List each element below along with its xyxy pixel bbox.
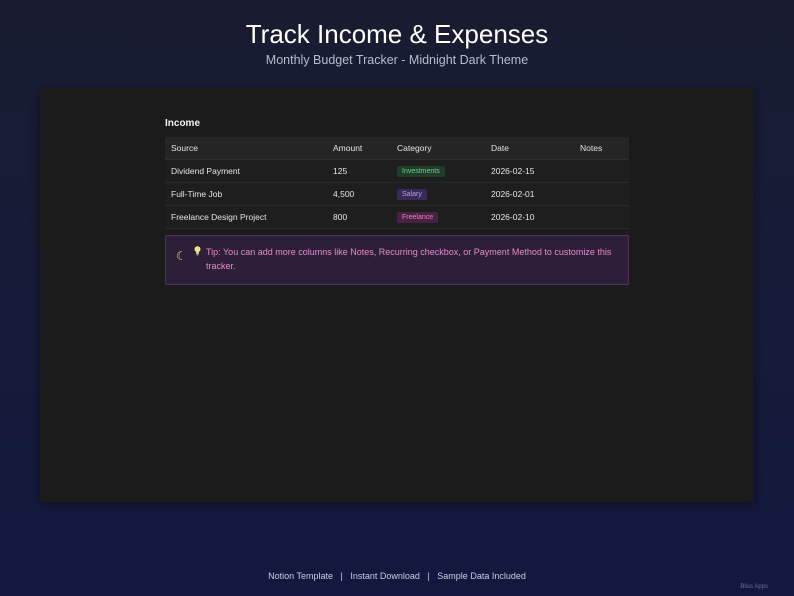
cell-source[interactable]: Full-Time Job <box>165 182 327 206</box>
table-row[interactable]: Full-Time Job 4,500 Salary 2026-02-01 <box>165 182 629 206</box>
income-section-title: Income <box>165 118 201 129</box>
footer-separator: | <box>427 571 430 581</box>
table-row[interactable]: Freelance Design Project 800 Freelance 2… <box>165 205 629 229</box>
income-table: Source Amount Category Date Notes Divide… <box>165 137 629 229</box>
category-tag: Salary <box>397 189 427 200</box>
cell-category[interactable]: Investments <box>391 159 485 183</box>
category-tag: Investments <box>397 166 445 177</box>
cell-notes[interactable] <box>574 182 629 206</box>
cell-amount[interactable]: 125 <box>327 159 391 183</box>
column-header-source[interactable]: Source <box>165 137 327 160</box>
column-header-notes[interactable]: Notes <box>574 137 629 160</box>
cell-amount[interactable]: 800 <box>327 205 391 229</box>
cell-date[interactable]: 2026-02-15 <box>485 159 574 183</box>
template-panel: Income Source Amount Category Date Notes… <box>40 88 754 502</box>
cell-notes[interactable] <box>574 205 629 229</box>
tip-callout[interactable]: ☾ Tip: You can add more columns like Not… <box>165 235 629 285</box>
watermark: Bliss Apps <box>740 584 768 590</box>
cell-source[interactable]: Freelance Design Project <box>165 205 327 229</box>
column-header-date[interactable]: Date <box>485 137 574 160</box>
tip-text: Tip: You can add more columns like Notes… <box>206 247 612 271</box>
cell-amount[interactable]: 4,500 <box>327 182 391 206</box>
cell-date[interactable]: 2026-02-01 <box>485 182 574 206</box>
income-section: Income Source Amount Category Date Notes… <box>165 118 629 285</box>
cell-category[interactable]: Salary <box>391 182 485 206</box>
footer-separator: | <box>340 571 343 581</box>
cell-source[interactable]: Dividend Payment <box>165 159 327 183</box>
crescent-moon-icon: ☾ <box>176 249 187 263</box>
lightbulb-icon-svg <box>194 246 201 256</box>
table-row[interactable]: Dividend Payment 125 Investments 2026-02… <box>165 159 629 183</box>
footer: Notion Template | Instant Download | Sam… <box>0 570 794 582</box>
footer-item-notion-template: Notion Template <box>268 571 333 581</box>
page-subtitle: Monthly Budget Tracker - Midnight Dark T… <box>265 53 529 67</box>
column-header-amount[interactable]: Amount <box>327 137 391 160</box>
table-header-row: Source Amount Category Date Notes <box>165 137 629 160</box>
page-title: Track Income & Expenses <box>245 19 549 49</box>
category-tag: Freelance <box>397 212 439 223</box>
footer-item-instant-download: Instant Download <box>350 571 420 581</box>
column-header-category[interactable]: Category <box>391 137 485 160</box>
footer-item-sample-data: Sample Data Included <box>437 571 526 581</box>
cell-category[interactable]: Freelance <box>391 205 485 229</box>
cell-date[interactable]: 2026-02-10 <box>485 205 574 229</box>
header: Track Income & Expenses Monthly Budget T… <box>0 18 794 68</box>
cell-notes[interactable] <box>574 159 629 183</box>
lightbulb-icon <box>194 246 206 258</box>
